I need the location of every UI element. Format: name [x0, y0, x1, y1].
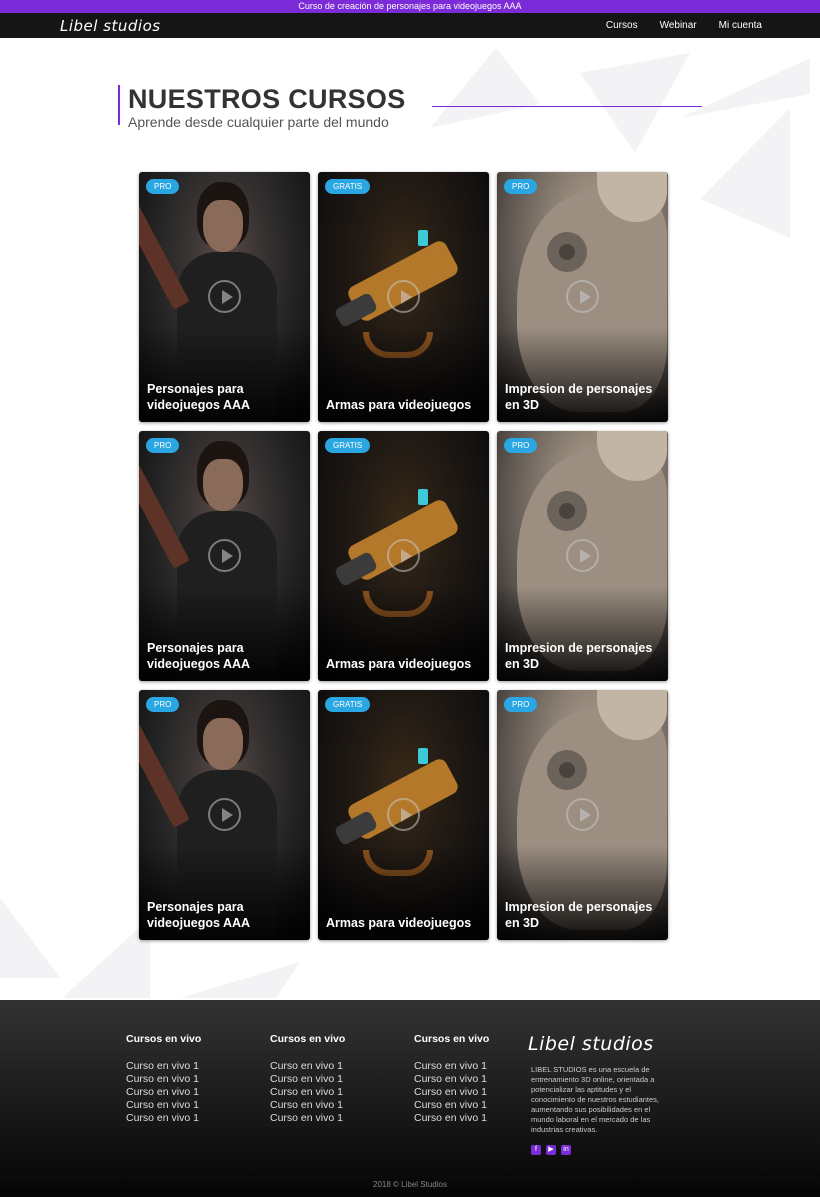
course-title: Personajes para videojuegos AAA: [147, 641, 251, 671]
bg-shape: [180, 962, 300, 998]
course-title: Personajes para videojuegos AAA: [147, 900, 251, 930]
footer-column: Cursos en vivo Curso en vivo 1 Curso en …: [126, 1033, 256, 1125]
nav-links: Cursos Webinar Mi cuenta: [606, 20, 762, 31]
youtube-icon[interactable]: ▶: [546, 1145, 556, 1155]
course-card[interactable]: GRATIS Armas para videojuegos: [318, 172, 489, 422]
site-logo[interactable]: Libel studios: [60, 17, 161, 35]
footer-column-heading: Cursos en vivo: [270, 1033, 346, 1045]
section-subtitle: Aprende desde cualquier parte del mundo: [128, 114, 389, 130]
course-card[interactable]: PRO Personajes para videojuegos AAA: [139, 431, 310, 681]
announcement-bar: Curso de creación de personajes para vid…: [0, 0, 820, 13]
nav-link-cursos[interactable]: Cursos: [606, 20, 638, 31]
play-icon[interactable]: [208, 798, 241, 831]
copyright: 2018 © Libel Studios: [373, 1180, 447, 1189]
bg-shape: [580, 53, 690, 153]
play-icon[interactable]: [208, 280, 241, 313]
bg-shape: [430, 48, 540, 128]
footer-link[interactable]: Curso en vivo 1: [414, 1060, 544, 1073]
course-badge: PRO: [146, 179, 180, 194]
course-title: Impresion de personajes en 3D: [505, 641, 653, 671]
course-badge: PRO: [146, 438, 180, 453]
footer-link[interactable]: Curso en vivo 1: [270, 1086, 400, 1099]
course-badge: GRATIS: [325, 179, 371, 194]
footer-link[interactable]: Curso en vivo 1: [270, 1099, 400, 1112]
footer-link[interactable]: Curso en vivo 1: [126, 1112, 256, 1125]
course-title: Armas para videojuegos: [326, 656, 472, 671]
footer-link[interactable]: Curso en vivo 1: [126, 1086, 256, 1099]
header-divider: [432, 106, 702, 107]
footer-link[interactable]: Curso en vivo 1: [414, 1073, 544, 1086]
footer-description: LIBEL STUDIOS es una escuela de entrenam…: [531, 1065, 659, 1134]
course-grid: PRO Personajes para videojuegos AAA GRATIS…: [139, 172, 668, 940]
course-badge: PRO: [504, 438, 538, 453]
footer-link[interactable]: Curso en vivo 1: [126, 1073, 256, 1086]
footer-link[interactable]: Curso en vivo 1: [126, 1060, 256, 1073]
facebook-icon[interactable]: f: [531, 1145, 541, 1155]
course-title: Impresion de personajes en 3D: [505, 900, 653, 930]
navbar: Libel studios Cursos Webinar Mi cuenta: [0, 13, 820, 38]
course-card[interactable]: PRO Impresion de personajes en 3D: [497, 690, 668, 940]
bg-shape: [700, 108, 790, 238]
course-card[interactable]: PRO Impresion de personajes en 3D: [497, 172, 668, 422]
footer-column: Cursos en vivo Curso en vivo 1 Curso en …: [270, 1033, 400, 1125]
footer-column: Cursos en vivo Curso en vivo 1 Curso en …: [414, 1033, 544, 1125]
course-title: Impresion de personajes en 3D: [505, 382, 653, 412]
play-icon[interactable]: [566, 539, 599, 572]
play-icon[interactable]: [387, 539, 420, 572]
footer: Cursos en vivo Curso en vivo 1 Curso en …: [0, 1000, 820, 1197]
course-card[interactable]: PRO Personajes para videojuegos AAA: [139, 690, 310, 940]
nav-link-webinar[interactable]: Webinar: [660, 20, 697, 31]
play-icon[interactable]: [566, 280, 599, 313]
footer-logo[interactable]: Libel studios: [528, 1033, 654, 1055]
course-card[interactable]: PRO Impresion de personajes en 3D: [497, 431, 668, 681]
play-icon[interactable]: [566, 798, 599, 831]
course-title: Armas para videojuegos: [326, 915, 472, 930]
course-badge: PRO: [146, 697, 180, 712]
play-icon[interactable]: [208, 539, 241, 572]
nav-link-mi-cuenta[interactable]: Mi cuenta: [719, 20, 762, 31]
section-title: NUESTROS CURSOS: [128, 84, 406, 114]
footer-link[interactable]: Curso en vivo 1: [414, 1099, 544, 1112]
footer-link[interactable]: Curso en vivo 1: [414, 1086, 544, 1099]
course-card[interactable]: PRO Personajes para videojuegos AAA: [139, 172, 310, 422]
footer-link[interactable]: Curso en vivo 1: [414, 1112, 544, 1125]
bg-shape: [680, 58, 810, 118]
course-card[interactable]: GRATIS Armas para videojuegos: [318, 431, 489, 681]
course-title: Personajes para videojuegos AAA: [147, 382, 251, 412]
play-icon[interactable]: [387, 798, 420, 831]
bg-shape: [62, 918, 150, 998]
course-card[interactable]: GRATIS Armas para videojuegos: [318, 690, 489, 940]
footer-link[interactable]: Curso en vivo 1: [270, 1073, 400, 1086]
footer-link[interactable]: Curso en vivo 1: [270, 1112, 400, 1125]
linkedin-icon[interactable]: in: [561, 1145, 571, 1155]
footer-link[interactable]: Curso en vivo 1: [270, 1060, 400, 1073]
footer-column-heading: Cursos en vivo: [414, 1033, 490, 1045]
play-icon[interactable]: [387, 280, 420, 313]
courses-section: NUESTROS CURSOS Aprende desde cualquier …: [0, 38, 820, 1000]
course-badge: GRATIS: [325, 697, 371, 712]
course-badge: PRO: [504, 697, 538, 712]
bg-shape: [0, 898, 60, 978]
course-badge: PRO: [504, 179, 538, 194]
footer-link[interactable]: Curso en vivo 1: [126, 1099, 256, 1112]
social-links: f ▶ in: [531, 1145, 571, 1155]
footer-column-heading: Cursos en vivo: [126, 1033, 202, 1045]
course-title: Armas para videojuegos: [326, 397, 472, 412]
section-header: NUESTROS CURSOS Aprende desde cualquier …: [118, 84, 406, 130]
course-badge: GRATIS: [325, 438, 371, 453]
